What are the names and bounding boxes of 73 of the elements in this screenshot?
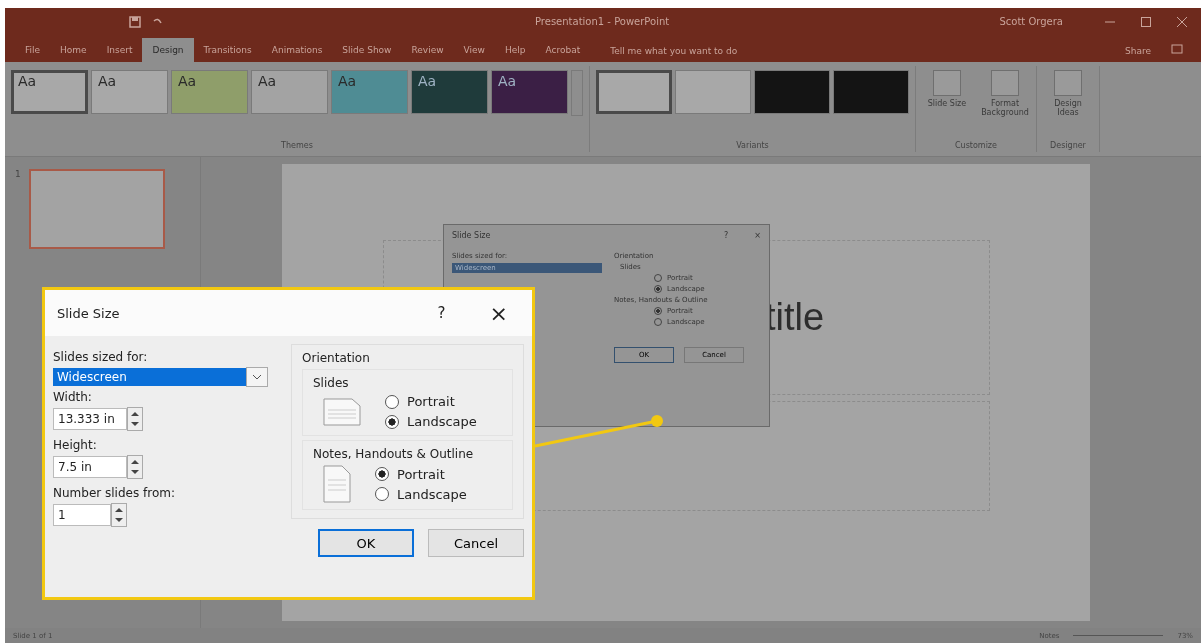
cancel-button[interactable]: Cancel — [428, 529, 524, 557]
radio-label: Portrait — [407, 394, 455, 409]
tell-me-search[interactable]: Tell me what you want to do — [610, 46, 738, 56]
group-label: Slides — [313, 376, 350, 390]
ribbon-tab[interactable]: Slide Show — [332, 38, 402, 62]
close-icon[interactable] — [1177, 16, 1187, 27]
group-label: Notes, Handouts & Outline — [313, 447, 475, 461]
theme-thumbnail[interactable]: Aa — [251, 70, 328, 114]
ribbon-button[interactable]: Design Ideas — [1043, 70, 1093, 117]
radio-button[interactable] — [375, 487, 389, 501]
theme-thumbnail[interactable]: Aa — [331, 70, 408, 114]
variant-thumbnail[interactable] — [596, 70, 672, 114]
radio-button[interactable] — [375, 467, 389, 481]
ribbon-tab[interactable]: Home — [50, 38, 97, 62]
ribbon-tab[interactable]: Animations — [261, 38, 333, 62]
group-label: Designer — [1050, 141, 1086, 152]
theme-thumbnail[interactable]: Aa — [491, 70, 568, 114]
slide-number: 1 — [15, 169, 21, 181]
dialog-title: Slide Size — [452, 231, 491, 240]
dialog-title: Slide Size — [57, 305, 120, 321]
ribbon-tab[interactable]: Acrobat — [535, 38, 591, 62]
radio-label: Landscape — [407, 414, 477, 429]
help-button[interactable]: ? — [437, 304, 446, 322]
window-title: Presentation1 - PowerPoint — [535, 16, 670, 27]
user-name: Scott Orgera — [999, 16, 1063, 27]
help-button[interactable]: ? — [724, 231, 729, 240]
theme-thumbnail[interactable]: Aa — [171, 70, 248, 114]
ribbon-button[interactable]: Format Background — [980, 70, 1030, 117]
group-label: Orientation — [302, 351, 371, 365]
ribbon-tab[interactable]: View — [453, 38, 495, 62]
theme-thumbnail[interactable]: Aa — [411, 70, 488, 114]
spinner-icon[interactable] — [127, 455, 143, 479]
height-field[interactable]: 7.5 in — [53, 456, 127, 478]
theme-thumbnail[interactable]: Aa — [91, 70, 168, 114]
close-button[interactable]: × — [754, 231, 761, 240]
group-label: Customize — [955, 141, 997, 152]
comment-icon[interactable] — [1171, 44, 1183, 56]
variant-thumbnail[interactable] — [833, 70, 909, 114]
share-button[interactable]: Share — [1125, 46, 1151, 56]
ribbon-button[interactable]: Slide Size — [922, 70, 972, 117]
field-label: Width: — [53, 390, 93, 404]
ribbon-tab[interactable]: File — [15, 38, 51, 62]
slide-thumbnail[interactable] — [28, 169, 165, 249]
field-label: Slides sized for: — [53, 350, 149, 364]
field-label: Number slides from: — [53, 486, 176, 500]
close-button[interactable]: × — [489, 300, 508, 326]
radio-label: Portrait — [397, 466, 445, 482]
variant-thumbnail[interactable] — [675, 70, 751, 114]
landscape-page-icon — [323, 397, 361, 426]
radio-button[interactable] — [385, 414, 399, 429]
radio-label: Landscape — [397, 486, 467, 502]
number-field[interactable]: 1 — [53, 504, 111, 526]
group-label: Themes — [281, 141, 313, 152]
ok-button[interactable]: OK — [318, 529, 414, 557]
ribbon-tab[interactable]: Transitions — [193, 38, 262, 62]
variant-thumbnail[interactable] — [754, 70, 830, 114]
width-field[interactable]: 13.333 in — [53, 408, 127, 430]
spinner-icon[interactable] — [111, 503, 127, 527]
ribbon-tab[interactable]: Review — [401, 38, 454, 62]
portrait-page-icon — [323, 465, 351, 503]
save-icon[interactable] — [129, 15, 141, 28]
maximize-icon[interactable] — [1141, 16, 1151, 27]
ribbon-tab[interactable]: Insert — [96, 38, 143, 62]
spinner-icon[interactable] — [127, 407, 143, 431]
group-label: Variants — [736, 141, 769, 152]
radio-button[interactable] — [654, 285, 662, 293]
ribbon-tab[interactable]: Design — [142, 38, 194, 62]
ribbon-tab[interactable]: Help — [494, 38, 536, 62]
radio-button[interactable] — [385, 394, 399, 409]
theme-thumbnail[interactable]: Aa — [11, 70, 88, 114]
radio-button[interactable] — [654, 307, 662, 315]
size-dropdown[interactable]: Widescreen — [53, 368, 246, 386]
field-label: Height: — [53, 438, 98, 452]
